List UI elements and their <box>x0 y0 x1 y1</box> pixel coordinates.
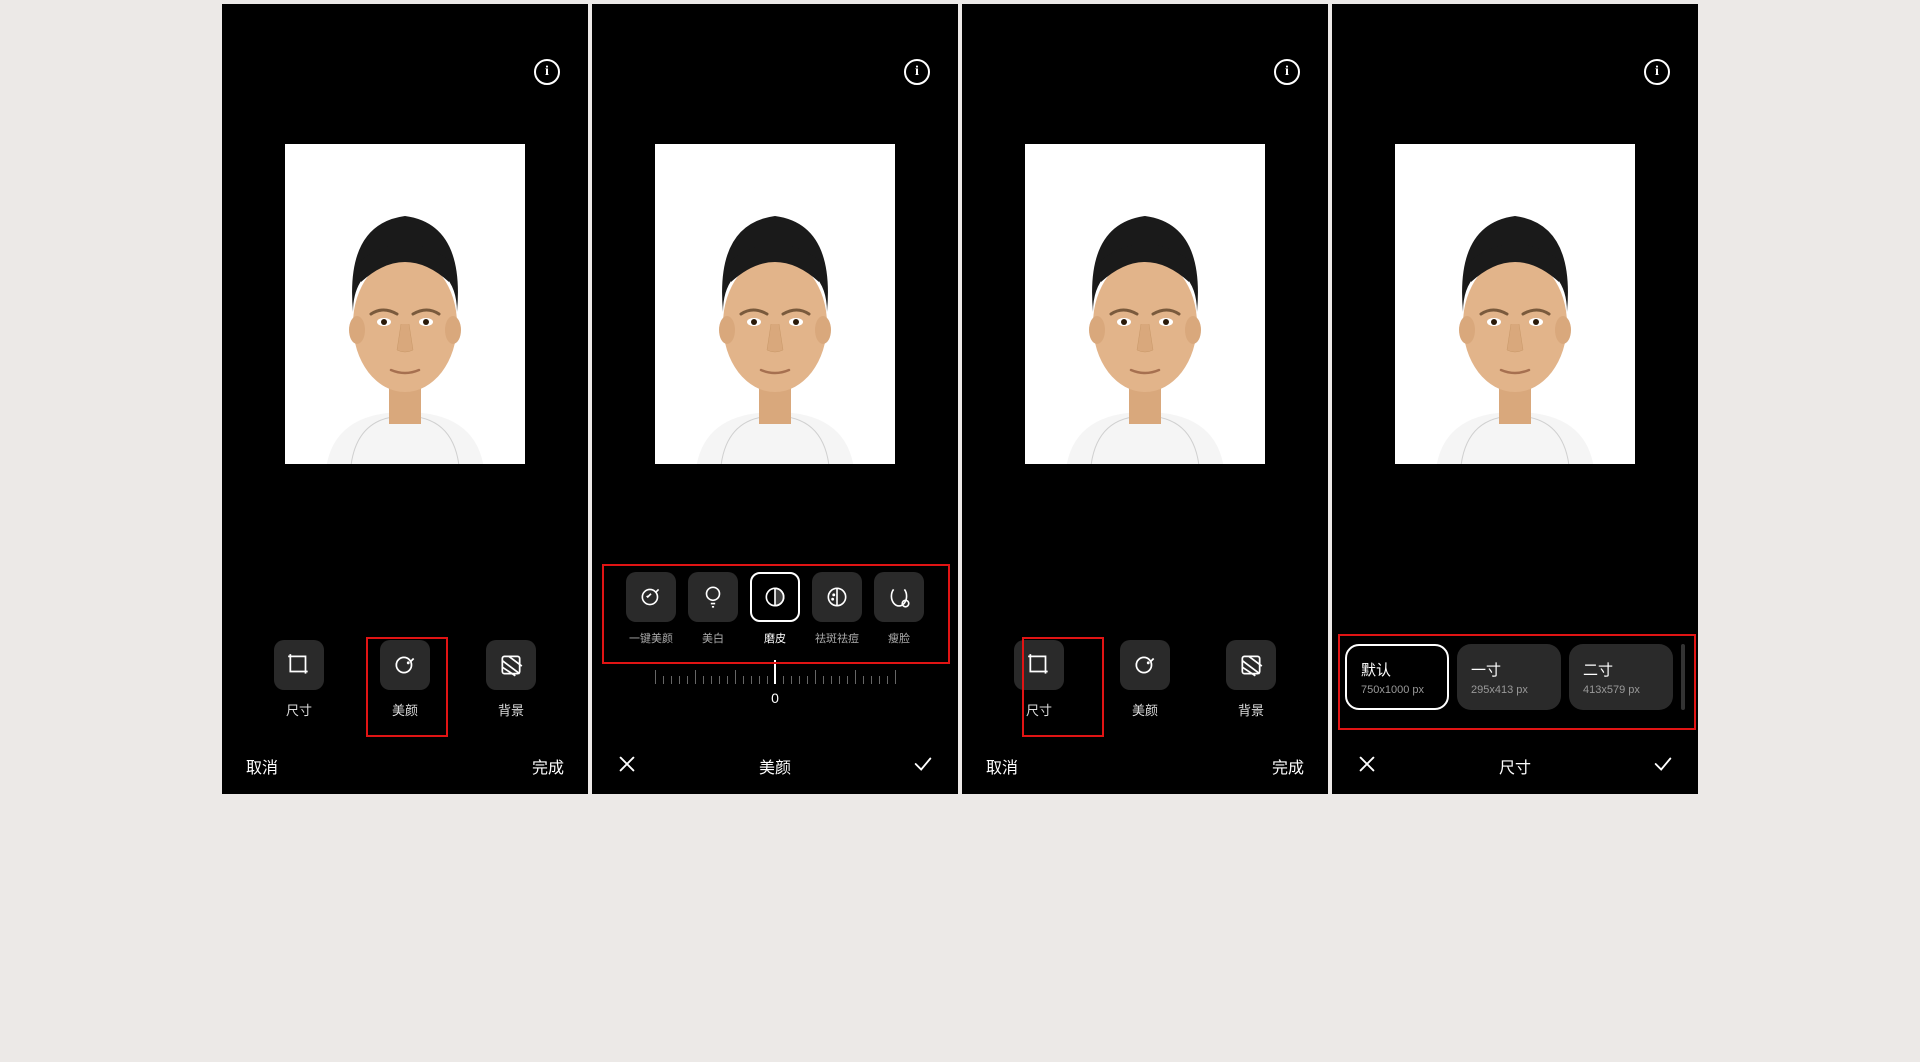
panel-title: 美颜 <box>759 754 791 778</box>
chip-dimensions: 750x1000 px <box>1361 684 1433 696</box>
confirm-button[interactable] <box>912 753 934 780</box>
tab-beauty-label: 美颜 <box>1132 700 1158 719</box>
slim-icon <box>886 584 912 610</box>
close-icon <box>616 753 638 775</box>
filter-label: 磨皮 <box>764 630 786 646</box>
confirm-button[interactable] <box>1652 753 1674 780</box>
chip-name: 一寸 <box>1471 659 1547 680</box>
footer-bar: 取消 完成 <box>962 738 1328 794</box>
portrait-photo <box>655 164 895 464</box>
close-icon <box>1356 753 1378 775</box>
background-icon <box>1238 652 1264 678</box>
filter-whiten[interactable]: 美白 <box>688 572 738 646</box>
size-chip-default[interactable]: 默认 750x1000 px <box>1345 644 1449 710</box>
chip-name: 二寸 <box>1583 659 1659 680</box>
tab-size[interactable]: 尺寸 <box>1014 640 1064 719</box>
smooth-icon <box>762 584 788 610</box>
tab-size[interactable]: 尺寸 <box>274 640 324 719</box>
beauty-icon <box>1132 652 1158 678</box>
tab-beauty-label: 美颜 <box>392 700 418 719</box>
done-button[interactable]: 完成 <box>532 754 564 778</box>
footer-bar: 取消 完成 <box>222 738 588 794</box>
portrait-photo <box>1395 164 1635 464</box>
filter-label: 一键美颜 <box>629 630 673 646</box>
tab-size-label: 尺寸 <box>1026 700 1052 719</box>
close-button[interactable] <box>616 753 638 780</box>
slider-value: 0 <box>771 690 779 706</box>
screen-main: 尺寸 美颜 背景 取消 完成 <box>222 4 588 794</box>
filter-label: 祛斑祛痘 <box>815 630 859 646</box>
info-icon[interactable] <box>534 59 560 85</box>
done-button[interactable]: 完成 <box>1272 754 1304 778</box>
intensity-slider[interactable]: 0 <box>651 664 899 706</box>
panel-title: 尺寸 <box>1499 754 1531 778</box>
screen-main-size: 尺寸 美颜 背景 取消 完成 <box>962 4 1328 794</box>
slider-knob[interactable] <box>774 660 776 684</box>
portrait-photo <box>285 164 525 464</box>
footer-bar: 尺寸 <box>1332 738 1698 794</box>
tab-background-label: 背景 <box>1238 700 1264 719</box>
filter-spot-removal[interactable]: 祛斑祛痘 <box>812 572 862 646</box>
filter-smooth[interactable]: 磨皮 <box>750 572 800 646</box>
photo-preview[interactable] <box>285 144 525 464</box>
crop-icon <box>1026 652 1052 678</box>
tab-beauty[interactable]: 美颜 <box>1120 640 1170 719</box>
info-icon[interactable] <box>1644 59 1670 85</box>
chip-dimensions: 413x579 px <box>1583 684 1659 696</box>
crop-icon <box>286 652 312 678</box>
chip-dimensions: 295x413 px <box>1471 684 1547 696</box>
size-chip-two-inch[interactable]: 二寸 413x579 px <box>1569 644 1673 710</box>
tab-background[interactable]: 背景 <box>486 640 536 719</box>
cancel-button[interactable]: 取消 <box>986 754 1018 778</box>
spot-icon <box>824 584 850 610</box>
filter-slim-face[interactable]: 瘦脸 <box>874 572 924 646</box>
tab-background[interactable]: 背景 <box>1226 640 1276 719</box>
close-button[interactable] <box>1356 753 1378 780</box>
portrait-photo <box>1025 164 1265 464</box>
tab-size-label: 尺寸 <box>286 700 312 719</box>
footer-bar: 美颜 <box>592 738 958 794</box>
filter-label: 美白 <box>702 630 724 646</box>
screen-beauty: 一键美颜 美白 磨皮 祛斑祛痘 瘦脸 0 <box>592 4 958 794</box>
background-icon <box>498 652 524 678</box>
size-chip-one-inch[interactable]: 一寸 295x413 px <box>1457 644 1561 710</box>
tab-beauty[interactable]: 美颜 <box>380 640 430 719</box>
info-icon[interactable] <box>904 59 930 85</box>
filter-label: 瘦脸 <box>888 630 910 646</box>
cancel-button[interactable]: 取消 <box>246 754 278 778</box>
check-icon <box>1652 753 1674 775</box>
filter-one-key-beauty[interactable]: 一键美颜 <box>626 572 676 646</box>
photo-preview[interactable] <box>1395 144 1635 464</box>
whiten-icon <box>700 584 726 610</box>
chip-name: 默认 <box>1361 659 1433 680</box>
photo-preview[interactable] <box>1025 144 1265 464</box>
scroll-indicator <box>1681 644 1685 710</box>
screen-size: 默认 750x1000 px 一寸 295x413 px 二寸 413x579 … <box>1332 4 1698 794</box>
check-icon <box>912 753 934 775</box>
one-key-beauty-icon <box>638 584 664 610</box>
photo-preview[interactable] <box>655 144 895 464</box>
beauty-icon <box>392 652 418 678</box>
info-icon[interactable] <box>1274 59 1300 85</box>
tab-background-label: 背景 <box>498 700 524 719</box>
